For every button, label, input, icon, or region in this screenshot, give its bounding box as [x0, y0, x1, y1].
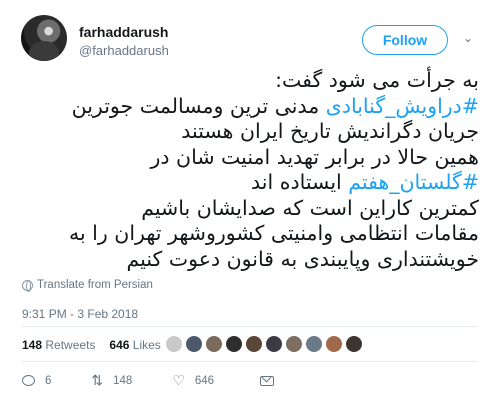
tweet-actions: 6 ⇅ 148 ♡ 646: [22, 372, 275, 389]
divider: [22, 361, 478, 362]
reply-icon: [22, 375, 35, 386]
tweet-timestamp[interactable]: 9:31 PM - 3 Feb 2018: [22, 307, 138, 321]
liker-avatar[interactable]: [265, 335, 283, 353]
liker-avatar[interactable]: [285, 335, 303, 353]
liker-avatar[interactable]: [185, 335, 203, 353]
retweets-stat[interactable]: 148 Retweets: [22, 338, 95, 352]
tweet-line: به جرأت می شود گفت:: [18, 68, 479, 94]
tweet-text-segment: خویشتنداری وپایبندی به قانون دعوت کنیم: [126, 246, 479, 271]
like-action[interactable]: ♡ 646: [172, 372, 214, 389]
avatar[interactable]: [21, 15, 67, 61]
hashtag-link[interactable]: #دراویش_گنابادی: [326, 94, 479, 118]
tweet-line: همین حالا در برابر تهدید امنیت شان در: [18, 145, 479, 171]
hashtag-link[interactable]: #گلستان_هفتم: [348, 170, 479, 194]
liker-avatar[interactable]: [245, 335, 263, 353]
follow-button[interactable]: Follow: [362, 25, 448, 55]
globe-icon: [22, 279, 33, 292]
liker-avatar[interactable]: [225, 335, 243, 353]
user-handle[interactable]: @farhaddarush: [79, 43, 169, 58]
retweets-label: Retweets: [45, 338, 96, 352]
likes-label: Likes: [132, 338, 161, 352]
liker-avatar[interactable]: [305, 335, 323, 353]
liker-avatar[interactable]: [205, 335, 223, 353]
liker-avatar[interactable]: [165, 335, 183, 353]
liker-avatars: [165, 335, 363, 353]
tweet-line: مقامات انتظامی وامنیتی کشوروشهر تهران را…: [18, 221, 479, 247]
translate-link[interactable]: Translate from Persian: [22, 279, 153, 292]
tweet-line: کمترین کاراین است که صدایشان باشیم: [18, 196, 479, 222]
likes-count: 646: [109, 338, 130, 352]
direct-message-icon[interactable]: [260, 375, 275, 386]
tweet-line: #گلستان_هفتم ایستاده اند: [18, 170, 479, 196]
tweet-line: #دراویش_گنابادی مدنی ترین ومسالمت جوترین: [18, 94, 479, 120]
tweet-text-segment: کمترین کاراین است که صدایشان باشیم: [141, 195, 479, 220]
tweet-stats: 148 Retweets 646 Likes: [22, 338, 161, 352]
reply-count: 6: [45, 374, 52, 387]
tweet-text-segment: مقامات انتظامی وامنیتی کشوروشهر تهران را…: [68, 221, 479, 245]
tweet-line: خویشتنداری وپایبندی به قانون دعوت کنیم: [18, 247, 479, 273]
liker-avatar[interactable]: [325, 335, 343, 353]
tweet-text-segment: مدنی ترین ومسالمت جوترین: [71, 93, 326, 118]
display-name[interactable]: farhaddarush: [79, 24, 168, 40]
chevron-down-icon[interactable]: ⌄: [459, 29, 477, 47]
retweet-icon: ⇅: [91, 372, 104, 388]
tweet-header: farhaddarush @farhaddarush Follow ⌄: [21, 15, 481, 65]
retweet-count: 148: [113, 374, 133, 387]
liker-avatar[interactable]: [345, 335, 363, 353]
likes-stat[interactable]: 646 Likes: [109, 338, 160, 352]
reply-action[interactable]: 6: [22, 375, 51, 387]
retweet-action[interactable]: ⇅ 148: [91, 372, 132, 389]
like-count: 646: [194, 374, 215, 387]
retweets-count: 148: [22, 338, 43, 352]
translate-label[interactable]: Translate from Persian: [37, 279, 153, 291]
tweet-text-segment: ایستاده اند: [251, 170, 349, 194]
tweet-text-segment: به جرأت می شود گفت:: [275, 68, 479, 92]
heart-icon: ♡: [172, 372, 185, 388]
divider: [22, 326, 478, 327]
tweet-text-segment: جریان دگراندیش تاریخ ایران هستند: [181, 119, 479, 143]
tweet-line: جریان دگراندیش تاریخ ایران هستند: [18, 119, 479, 145]
tweet-text-segment: همین حالا در برابر تهدید امنیت شان در: [150, 144, 479, 169]
tweet-text: به جرأت می شود گفت: #دراویش_گنابادی مدنی …: [18, 68, 479, 272]
